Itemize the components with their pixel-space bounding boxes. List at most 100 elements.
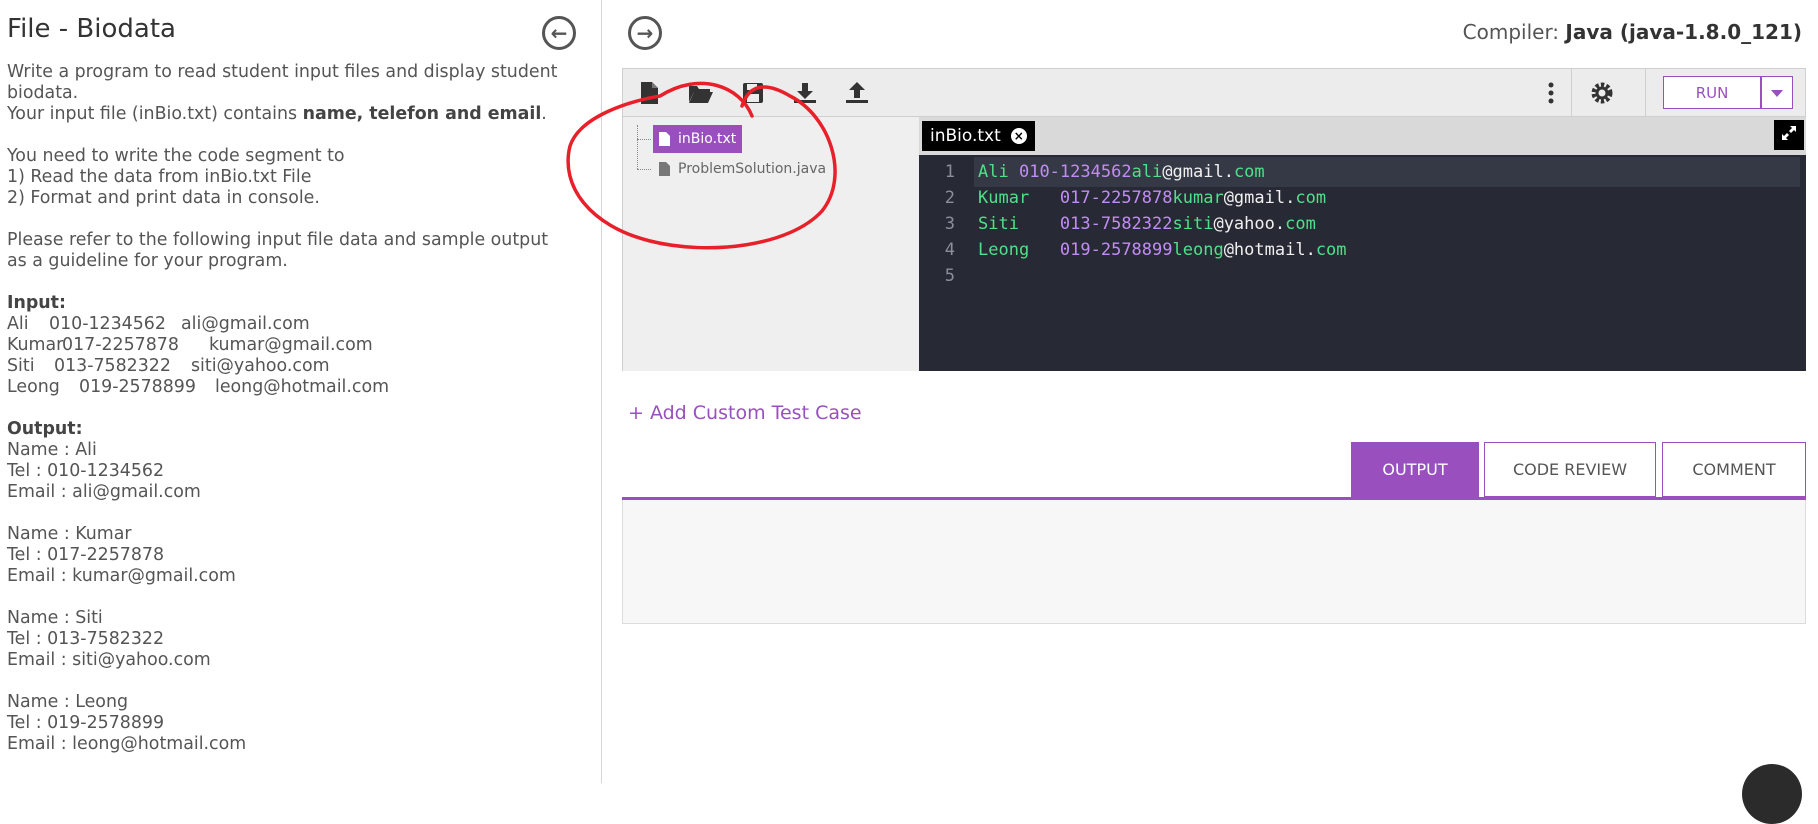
input-name: Ali [7, 314, 29, 334]
download-icon[interactable] [791, 79, 819, 107]
file-name: inBio.txt [678, 131, 737, 147]
code-tel: 013-7582322 [1059, 214, 1173, 234]
input-row: Siti 013-7582322 siti@yahoo.com [7, 356, 567, 377]
problem-title: File - Biodata [7, 14, 176, 44]
code-editor[interactable]: inBio.txt × 1 Ali 010-1234562 ali @gmail.… [919, 117, 1806, 371]
intro-text: Your input file (inBio.txt) contains [7, 104, 303, 124]
run-options-dropdown[interactable] [1761, 76, 1793, 109]
input-name: Leong [7, 377, 60, 397]
collapse-panel-button[interactable]: ← [542, 16, 576, 50]
add-custom-test-case-link[interactable]: + Add Custom Test Case [628, 402, 862, 424]
line-number: 2 [944, 188, 955, 208]
output-name: Name : Kumar [7, 524, 132, 544]
line-number: 3 [944, 214, 955, 234]
output-name: Name : Siti [7, 608, 103, 628]
compiler-info: Compiler: Java (java-1.8.0_121) [1463, 20, 1802, 44]
caret-down-icon [1771, 83, 1783, 102]
upload-icon[interactable] [843, 79, 871, 107]
input-tel: 017-2257878 [62, 335, 179, 355]
input-label-text: Input: [7, 293, 66, 313]
code-name: Siti [978, 214, 1019, 234]
input-tel: 019-2578899 [79, 377, 196, 397]
task-step-1: 1) Read the data from inBio.txt File [7, 167, 312, 187]
code-tel: 019-2578899 [1059, 240, 1173, 260]
output-email: Email : leong@hotmail.com [7, 734, 247, 754]
settings-gear-icon[interactable] [1588, 79, 1616, 107]
code-pad [1029, 188, 1060, 208]
new-file-icon[interactable] [635, 79, 663, 107]
file-icon [659, 132, 670, 146]
input-label: Input: [7, 293, 567, 314]
output-email: Email : siti@yahoo.com [7, 650, 211, 670]
input-email: ali@gmail.com [181, 314, 310, 334]
more-options-icon[interactable] [1537, 79, 1565, 107]
input-email: leong@hotmail.com [215, 377, 390, 397]
code-user: leong [1172, 240, 1224, 260]
chat-fab-button[interactable] [1742, 764, 1802, 824]
expand-icon [1781, 125, 1797, 145]
run-button[interactable]: RUN [1663, 76, 1761, 109]
input-tel: 010-1234562 [49, 314, 166, 334]
intro-line-1: Write a program to read student input fi… [7, 62, 558, 103]
output-name: Name : Leong [7, 692, 129, 712]
output-tel: Tel : 013-7582322 [7, 629, 165, 649]
output-tel: Tel : 010-1234562 [7, 461, 165, 481]
fullscreen-button[interactable] [1774, 120, 1804, 150]
tab-comment[interactable]: COMMENT [1662, 442, 1806, 497]
code-name: Kumar [978, 188, 1030, 208]
code-user: ali [1131, 162, 1163, 182]
line-number: 1 [944, 162, 955, 182]
line-number: 5 [944, 266, 955, 286]
output-email: Email : ali@gmail.com [7, 482, 201, 502]
code-tld: com [1285, 214, 1316, 234]
line-number: 4 [944, 240, 955, 260]
file-item-problemsolution[interactable]: ProblemSolution.java [653, 155, 832, 183]
intro-bold: name, telefon and email [302, 104, 542, 124]
editor-tab-strip: inBio.txt × [919, 117, 1806, 155]
code-tld: com [1295, 188, 1327, 208]
task-line: You need to write the code segment to [7, 146, 345, 166]
code-domain: @gmail. [1162, 162, 1234, 182]
editor-container: RUN inBio.txt ProblemSolution.java inBio… [622, 68, 1806, 371]
compiler-label: Compiler: [1462, 20, 1566, 44]
open-folder-icon[interactable] [687, 79, 715, 107]
file-name: ProblemSolution.java [678, 161, 827, 177]
save-icon[interactable] [739, 79, 767, 107]
code-tel: 017-2257878 [1059, 188, 1173, 208]
output-email: Email : kumar@gmail.com [7, 566, 236, 586]
code-pad [1019, 214, 1060, 234]
code-tld: com [1233, 162, 1265, 182]
tab-output[interactable]: OUTPUT [1351, 442, 1479, 497]
input-row: Leong 019-2578899 leong@hotmail.com [7, 377, 567, 398]
code-area[interactable]: 1 Ali 010-1234562 ali @gmail. com 2 Kumar … [919, 155, 1806, 371]
code-tld: com [1315, 240, 1347, 260]
editor-tab-label: inBio.txt [930, 126, 1001, 146]
output-tel: Tel : 017-2257878 [7, 545, 165, 565]
input-email: kumar@gmail.com [209, 335, 373, 355]
code-tel: 010-1234562 [1018, 162, 1132, 182]
file-item-inbio[interactable]: inBio.txt [653, 125, 743, 153]
editor-tab-inbio[interactable]: inBio.txt × [922, 121, 1035, 151]
problem-description: Write a program to read student input fi… [7, 62, 567, 755]
input-email: siti@yahoo.com [191, 356, 330, 376]
code-user: siti [1172, 214, 1214, 234]
input-name: Siti [7, 356, 35, 376]
intro-line-2: Your input file (inBio.txt) contains nam… [7, 104, 567, 125]
code-line: 5 [919, 261, 1806, 291]
tab-code-review[interactable]: CODE REVIEW [1484, 442, 1656, 497]
code-pad [1029, 240, 1060, 260]
file-icon [659, 162, 670, 176]
output-name: Name : Ali [7, 440, 97, 460]
expand-panel-button[interactable]: → [628, 16, 662, 50]
code-domain: @gmail. [1223, 188, 1296, 208]
code-domain: @hotmail. [1223, 240, 1316, 260]
input-row: Ali 010-1234562 ali@gmail.com [7, 314, 567, 335]
close-icon[interactable]: × [1010, 128, 1027, 144]
output-label: Output: [7, 419, 567, 440]
compiler-value: Java (java-1.8.0_121) [1565, 20, 1802, 44]
editor-toolbar: RUN [623, 69, 1805, 117]
output-tel: Tel : 019-2578899 [7, 713, 165, 733]
output-label-text: Output: [7, 419, 83, 439]
input-tel: 013-7582322 [54, 356, 171, 376]
input-row: Kumar017-2257878 kumar@gmail.com [7, 335, 567, 356]
